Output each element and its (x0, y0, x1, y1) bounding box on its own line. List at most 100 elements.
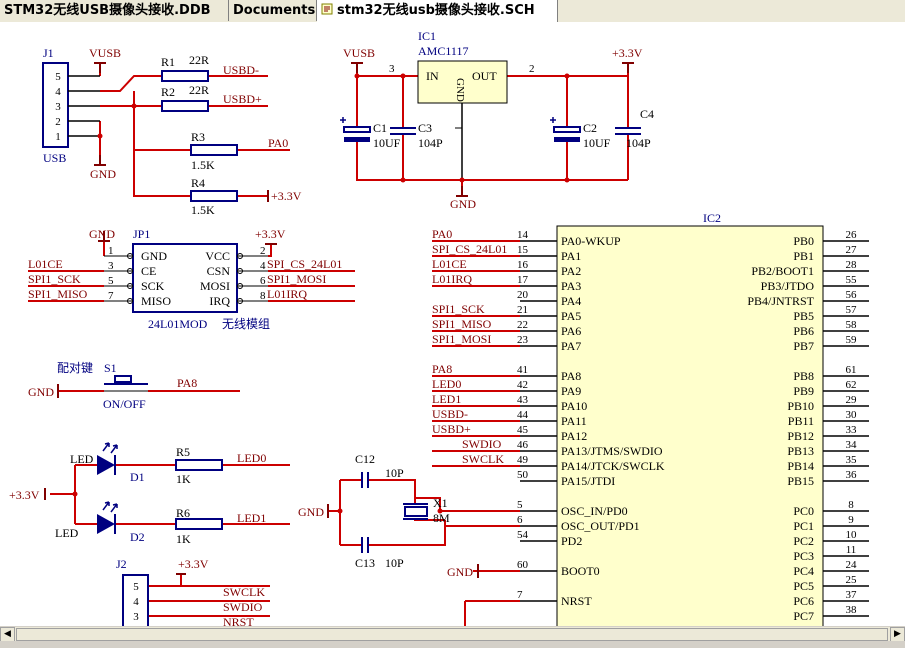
mcu-right-pin-number: 24 (846, 559, 858, 571)
ic1-pin-in: IN (426, 69, 439, 83)
mcu-left-pin-name: PA6 (561, 324, 581, 338)
mcu-right-pin-name: PB9 (793, 384, 814, 398)
mcu-right-pin-number: 59 (846, 334, 858, 346)
mcu-right-pin-number: 33 (846, 424, 858, 436)
mcu-right-pin-number: 25 (846, 574, 858, 586)
c4-value: 104P (626, 136, 651, 150)
mcu-net-label: SPI1_MOSI (432, 332, 491, 346)
document-tab-bar: STM32无线USB摄像头接收.DDB Documents stm32无线usb… (0, 0, 905, 23)
mcu-left-pin-number: 16 (517, 259, 529, 271)
boot0-gnd-label: GND (447, 565, 473, 579)
jp1-right-pin: MOSI (200, 279, 230, 293)
net-led1: LED1 (237, 511, 266, 525)
mcu-right-pin-number: 29 (846, 394, 858, 406)
tab-ddb-label: STM32无线USB摄像头接收.DDB (4, 3, 211, 18)
tab-ddb[interactable]: STM32无线USB摄像头接收.DDB (0, 0, 229, 21)
jp1-pin-number: 7 (108, 290, 114, 302)
schematic-canvas[interactable]: 5 4 3 2 1 J1 USB VUSB GND R1 22R USBD- R2 22R USBD+ R3 1… (0, 22, 905, 626)
tab-schematic[interactable]: stm32无线usb摄像头接收.SCH (317, 0, 558, 22)
mcu-left-pin-number: 7 (517, 589, 523, 601)
tab-documents-label: Documents (233, 3, 316, 18)
mcu-left-pin-number: 46 (517, 439, 529, 451)
jp1-left-pin: GND (141, 249, 167, 263)
ic1-vusb-label: VUSB (343, 46, 375, 60)
mcu-right-pin-name: PB11 (788, 414, 814, 428)
c13-value: 10P (385, 556, 404, 570)
mcu-right-pin-name: PB13 (787, 444, 814, 458)
mcu-left-pin-name: PA12 (561, 429, 587, 443)
jp1-net-right: SPI1_MOSI (267, 272, 326, 286)
jp1-left-pin: CE (141, 264, 156, 278)
mcu-right-pin-name: PC5 (793, 579, 814, 593)
jp1-gnd-label: GND (89, 227, 115, 241)
jp1-right-pin: VCC (205, 249, 230, 263)
mcu-left-pin-name: PA11 (561, 414, 587, 428)
junction-dot (72, 491, 78, 497)
ic1-ref: IC1 (418, 29, 436, 43)
d2-ref: D2 (130, 530, 145, 544)
mcu-left-pin-name: PA4 (561, 294, 581, 308)
led-d1 (97, 455, 115, 475)
mcu-left-pin-name: PA8 (561, 369, 581, 383)
resistor-r1 (161, 70, 209, 82)
mcu-net-label: LED0 (432, 377, 461, 391)
jp1-left-pin: SCK (141, 279, 165, 293)
schematic-drawing: 54321J1USBVUSBGNDR1 22RUSBD-R2 22RUSBD+R31… (9, 29, 869, 626)
j2-net: SWCLK (223, 585, 265, 599)
mcu-right-pin-name: PC4 (793, 564, 814, 578)
mcu-net-label: L01CE (432, 257, 467, 271)
mcu-right-pin-name: PB8 (793, 369, 814, 383)
mcu-right-pin-name: PB0 (793, 234, 814, 248)
mcu-right-pin-number: 34 (846, 439, 858, 451)
mcu-left-pin-name: PA9 (561, 384, 581, 398)
r2-value: 22R (189, 83, 209, 97)
mcu-right-pin-name: PC6 (793, 594, 814, 608)
horizontal-scrollbar[interactable]: ◀ ▶ (0, 626, 905, 642)
jp1-pin-number: 6 (260, 275, 266, 287)
resistor-r6 (175, 518, 223, 530)
jp1-pin-number: 3 (108, 260, 114, 272)
mcu-left-pin-number: 42 (517, 379, 528, 391)
ic1-pin-number: 2 (529, 63, 535, 75)
tab-documents[interactable]: Documents (229, 0, 317, 21)
scrollbar-thumb[interactable] (16, 628, 888, 641)
mcu-left-pin-number: 22 (517, 319, 528, 331)
ic1-part: AMC1117 (418, 44, 468, 58)
mcu-left-pin-number: 60 (517, 559, 529, 571)
d1-label: LED (70, 452, 94, 466)
mcu-right-pin-name: PB10 (787, 399, 814, 413)
mcu-right-pin-number: 35 (846, 454, 858, 466)
x1-value: 8M (433, 511, 450, 525)
r5-ref: R5 (176, 445, 190, 459)
c13-ref: C13 (355, 556, 375, 570)
junction-dot (97, 133, 103, 139)
r5-value: 1K (176, 472, 191, 486)
mcu-left-pin-number: 43 (517, 394, 529, 406)
wire (415, 497, 520, 512)
jp1-right-pin: IRQ (209, 294, 230, 308)
mcu-left-pin-number: 21 (517, 304, 528, 316)
mcu-left-pin-number: 23 (517, 334, 529, 346)
mcu-right-pin-name: PB12 (787, 429, 814, 443)
mcu-left-pin-number: 54 (517, 529, 529, 541)
c4-ref: C4 (640, 107, 654, 121)
mcu-net-label: SPI1_SCK (432, 302, 485, 316)
mcu-right-pin-name: PC2 (793, 534, 814, 548)
jp1-left-pin: MISO (141, 294, 171, 308)
c2-ref: C2 (583, 121, 597, 135)
net-led0: LED0 (237, 451, 266, 465)
usb-pin-number: 1 (55, 131, 61, 143)
mcu-right-pin-number: 56 (846, 289, 858, 301)
arrow-left-icon[interactable]: ◀ (0, 627, 15, 642)
mcu-net-label: SWCLK (462, 452, 504, 466)
cap-c2 (554, 137, 580, 142)
cap-c1 (343, 126, 371, 133)
net-pa8: PA8 (177, 376, 197, 390)
jp1-ref: JP1 (133, 227, 150, 241)
r4-net-3v3: +3.3V (271, 189, 302, 203)
jp1-pin-number: 4 (260, 260, 266, 272)
j2-pin-number: 3 (133, 611, 139, 623)
cap-c2 (553, 126, 581, 133)
mcu-right-pin-name: PB5 (793, 309, 814, 323)
arrow-right-icon[interactable]: ▶ (890, 627, 905, 642)
